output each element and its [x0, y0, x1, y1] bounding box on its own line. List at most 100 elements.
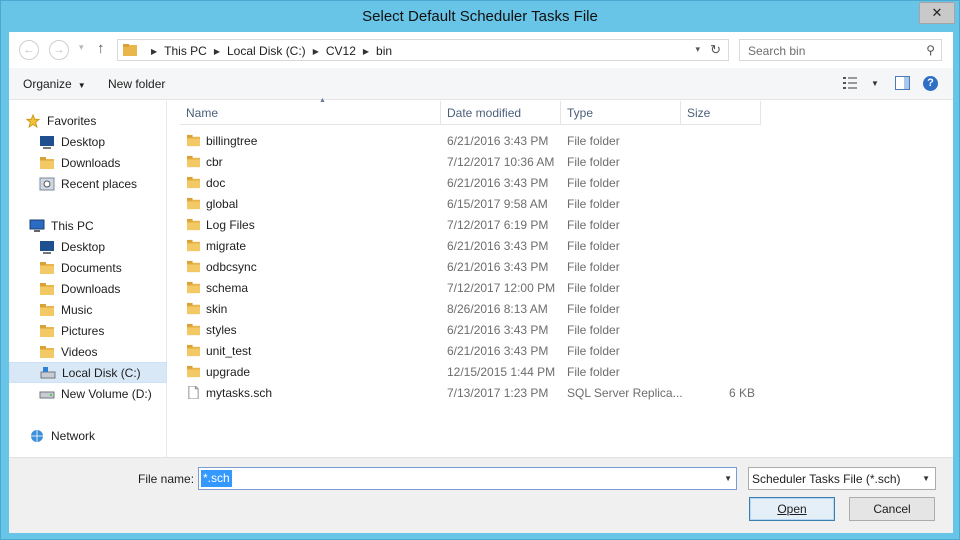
file-type: File folder	[567, 176, 620, 190]
search-input[interactable]: Search bin	[748, 44, 805, 58]
nav-item-recent-places[interactable]: Recent places	[9, 173, 167, 194]
refresh-icon[interactable]: ↻	[710, 42, 721, 58]
file-type: SQL Server Replica...	[567, 386, 683, 400]
dialog-client: ← → ▾ ↑ ▶ This PC ▶ Local Disk (C:) ▶ CV12 ▶ bi…	[9, 32, 953, 533]
open-button[interactable]: Open	[749, 497, 835, 521]
nav-item-documents[interactable]: Documents	[9, 257, 167, 278]
nav-item-downloads[interactable]: Downloads	[9, 152, 167, 173]
nav-item-local-disk-c[interactable]: Local Disk (C:)	[9, 362, 167, 383]
file-row[interactable]: mytasks.sch 7/13/2017 1:23 PM SQL Server R…	[186, 383, 766, 404]
folder-row[interactable]: doc 6/21/2016 3:43 PM File folder	[186, 173, 766, 194]
breadcrumb-separator-icon[interactable]: ▶	[313, 47, 319, 56]
folder-row[interactable]: unit_test 6/21/2016 3:43 PM File folder	[186, 341, 766, 362]
nav-item-desktop[interactable]: Desktop	[9, 131, 167, 152]
breadcrumb-item[interactable]: bin	[376, 44, 392, 58]
folder-row[interactable]: billingtree 6/21/2016 3:43 PM File folder	[186, 131, 766, 152]
network-icon	[31, 429, 43, 442]
nav-item-label: Recent places	[61, 176, 138, 191]
file-name: doc	[206, 176, 226, 190]
pictures-folder-icon	[40, 324, 54, 337]
navigation-pane: Favorites Desktop Downloads Recent places Th…	[9, 101, 167, 457]
file-name: upgrade	[206, 365, 251, 379]
column-header-name[interactable]: ▲ Name	[180, 97, 441, 125]
column-header-date[interactable]: Date modified	[441, 101, 561, 125]
file-type: File folder	[567, 302, 620, 316]
nav-item-favorites[interactable]: Favorites	[9, 110, 167, 131]
preview-pane-icon[interactable]	[895, 76, 910, 90]
desktop-icon	[40, 135, 54, 149]
file-date: 8/26/2016 8:13 AM	[447, 302, 548, 316]
folder-row[interactable]: upgrade 12/15/2015 1:44 PM File folder	[186, 362, 766, 383]
folder-row[interactable]: odbcsync 6/21/2016 3:43 PM File folder	[186, 257, 766, 278]
forward-button[interactable]: →	[49, 40, 69, 60]
nav-item-new-volume-d[interactable]: New Volume (D:)	[9, 383, 167, 404]
breadcrumb-item[interactable]: This PC	[164, 44, 207, 58]
folder-icon	[187, 239, 200, 252]
breadcrumb-separator-icon[interactable]: ▶	[214, 47, 220, 56]
view-dropdown-icon[interactable]: ▼	[871, 79, 879, 88]
folder-row[interactable]: skin 8/26/2016 8:13 AM File folder	[186, 299, 766, 320]
file-date: 12/15/2015 1:44 PM	[447, 365, 556, 379]
nav-item-label: Downloads	[61, 155, 121, 170]
view-options-icon[interactable]	[843, 77, 857, 89]
file-type-dropdown-icon[interactable]: ▼	[922, 474, 930, 483]
file-date: 6/21/2016 3:43 PM	[447, 176, 549, 190]
navigation-row: ← → ▾ ↑ ▶ This PC ▶ Local Disk (C:) ▶ CV12 ▶ bi…	[9, 32, 953, 68]
nav-item-downloads[interactable]: Downloads	[9, 278, 167, 299]
file-size: 6 KB	[728, 386, 755, 400]
file-date: 6/21/2016 3:43 PM	[447, 134, 549, 148]
recent-locations-dropdown[interactable]: ▾	[79, 42, 84, 53]
organize-caret-icon: ▼	[77, 81, 86, 90]
breadcrumb-item[interactable]: CV12	[326, 44, 356, 58]
file-name-value[interactable]: *.sch	[201, 470, 232, 487]
nav-item-music[interactable]: Music	[9, 299, 167, 320]
file-type: File folder	[567, 134, 620, 148]
nav-item-label: Local Disk (C:)	[62, 365, 141, 380]
file-date: 7/13/2017 1:23 PM	[447, 386, 549, 400]
file-name: styles	[206, 323, 237, 337]
cancel-button[interactable]: Cancel	[849, 497, 935, 521]
folder-row[interactable]: schema 7/12/2017 12:00 PM File folder	[186, 278, 766, 299]
nav-item-network[interactable]: Network	[9, 425, 167, 446]
breadcrumb-separator-icon[interactable]: ▶	[363, 47, 369, 56]
nav-item-label: Videos	[61, 344, 98, 359]
file-name-dropdown-icon[interactable]: ▼	[724, 474, 732, 483]
nav-item-videos[interactable]: Videos	[9, 341, 167, 362]
nav-item-label: Pictures	[61, 323, 105, 338]
close-button[interactable]: ✕	[919, 2, 955, 24]
file-date: 6/15/2017 9:58 AM	[447, 197, 548, 211]
file-name: odbcsync	[206, 260, 257, 274]
column-name-label: Name	[186, 106, 219, 120]
file-type: File folder	[567, 260, 620, 274]
folder-icon	[187, 197, 200, 210]
up-button[interactable]: ↑	[97, 40, 105, 57]
nav-item-label: Desktop	[61, 134, 106, 149]
new-folder-button[interactable]: New folder	[108, 77, 165, 91]
address-bar[interactable]: ▶ This PC ▶ Local Disk (C:) ▶ CV12 ▶ bin ▾ ↻	[117, 39, 729, 61]
file-type-select[interactable]: Scheduler Tasks File (*.sch) ▼	[748, 467, 936, 490]
folder-icon	[187, 134, 200, 147]
title-bar[interactable]: Select Default Scheduler Tasks File ✕	[1, 1, 959, 33]
folder-row[interactable]: cbr 7/12/2017 10:36 AM File folder	[186, 152, 766, 173]
file-type: File folder	[567, 239, 620, 253]
folder-row[interactable]: migrate 6/21/2016 3:43 PM File folder	[186, 236, 766, 257]
folder-row[interactable]: global 6/15/2017 9:58 AM File folder	[186, 194, 766, 215]
search-box[interactable]: Search bin ⚲	[739, 39, 942, 61]
file-name-field[interactable]: *.sch ▼	[198, 467, 737, 490]
local-disk-icon	[40, 366, 56, 378]
help-icon[interactable]: ?	[923, 76, 938, 91]
folder-row[interactable]: styles 6/21/2016 3:43 PM File folder	[186, 320, 766, 341]
breadcrumb-item[interactable]: Local Disk (C:)	[227, 44, 306, 58]
folder-row[interactable]: Log Files 7/12/2017 6:19 PM File folder	[186, 215, 766, 236]
column-header-type[interactable]: Type	[561, 101, 681, 125]
nav-item-pictures[interactable]: Pictures	[9, 320, 167, 341]
nav-item-this-pc[interactable]: This PC	[9, 215, 167, 236]
back-button[interactable]: ←	[19, 40, 39, 60]
organize-button[interactable]: Organize ▼	[23, 77, 86, 91]
file-type: File folder	[567, 344, 620, 358]
column-header-size[interactable]: Size	[681, 101, 761, 125]
file-type: File folder	[567, 365, 620, 379]
address-dropdown-icon[interactable]: ▾	[695, 44, 700, 55]
nav-item-desktop[interactable]: Desktop	[9, 236, 167, 257]
breadcrumb-separator-icon[interactable]: ▶	[151, 47, 157, 56]
